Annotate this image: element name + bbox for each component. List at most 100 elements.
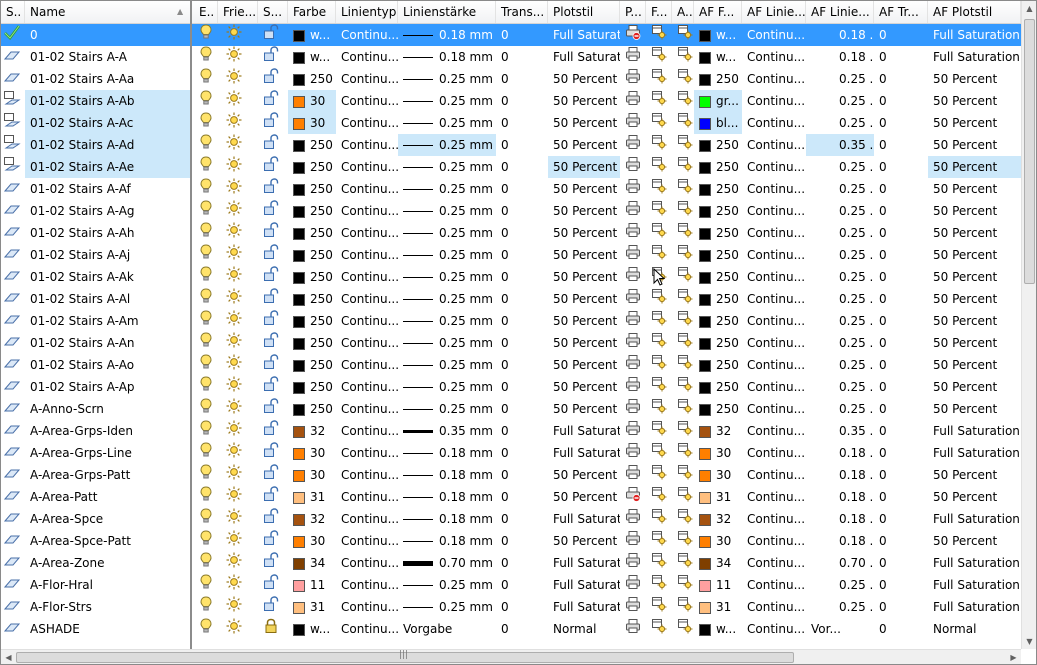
vp-plotstyle-cell[interactable]: Full Saturation xyxy=(928,24,1021,46)
lock-open-icon[interactable] xyxy=(263,244,279,266)
layer-row[interactable]: A-Area-Zone 34 Continu... 0.70 mm 0 Full Satu… xyxy=(1,552,1021,574)
status-cell[interactable] xyxy=(1,156,25,178)
linetype-cell[interactable]: Continu... xyxy=(336,332,398,354)
vp-lineweight-cell[interactable]: 0.35 ... xyxy=(806,420,874,442)
new-vp-freeze-cell[interactable] xyxy=(672,442,694,464)
viewport-freeze-icon[interactable] xyxy=(651,46,667,68)
freeze-cell[interactable] xyxy=(218,310,258,332)
scroll-down-icon[interactable]: ▼ xyxy=(1022,634,1036,649)
column-header-linetype[interactable]: Linientyp xyxy=(336,1,398,23)
status-cell[interactable] xyxy=(1,464,25,486)
vp-freeze-cell[interactable] xyxy=(646,46,672,68)
vp-freeze-cell[interactable] xyxy=(646,68,672,90)
vp-transparency-cell[interactable]: 0 xyxy=(874,156,928,178)
status-cell[interactable] xyxy=(1,46,25,68)
status-cell[interactable] xyxy=(1,332,25,354)
transparency-cell[interactable]: 0 xyxy=(496,222,548,244)
layer-row[interactable]: 01-02 Stairs A-Ad 250 Continu... 0.25 mm 0 50… xyxy=(1,134,1021,156)
lightbulb-on-icon[interactable] xyxy=(199,398,213,420)
viewport-freeze-icon[interactable] xyxy=(651,486,667,508)
lightbulb-on-icon[interactable] xyxy=(199,288,213,310)
lock-cell[interactable] xyxy=(258,266,288,288)
vp-plotstyle-cell[interactable]: Full Saturation xyxy=(928,420,1021,442)
vp-lineweight-cell[interactable]: 0.25 ... xyxy=(806,596,874,618)
plotstyle-cell[interactable]: 50 Percent xyxy=(548,398,620,420)
on-off-cell[interactable] xyxy=(194,442,218,464)
freeze-cell[interactable] xyxy=(218,464,258,486)
vp-transparency-cell[interactable]: 0 xyxy=(874,46,928,68)
new-viewport-freeze-icon[interactable] xyxy=(677,530,693,552)
viewport-freeze-icon[interactable] xyxy=(651,420,667,442)
vp-linetype-cell[interactable]: Continu... xyxy=(742,354,806,376)
layer-row[interactable]: 01-02 Stairs A-Aj 250 Continu... 0.25 mm 0 50… xyxy=(1,244,1021,266)
sun-thawed-icon[interactable] xyxy=(226,354,242,376)
printer-icon[interactable] xyxy=(625,288,641,310)
vp-plotstyle-cell[interactable]: 50 Percent xyxy=(928,222,1021,244)
freeze-cell[interactable] xyxy=(218,222,258,244)
printer-icon[interactable] xyxy=(625,508,641,530)
column-header-name[interactable]: Name xyxy=(25,1,191,23)
vp-color-cell[interactable]: 250 xyxy=(694,288,742,310)
vp-color-cell[interactable]: 250 xyxy=(694,398,742,420)
printer-icon[interactable] xyxy=(625,552,641,574)
viewport-freeze-icon[interactable] xyxy=(651,244,667,266)
lineweight-cell[interactable]: 0.25 mm xyxy=(398,266,496,288)
transparency-cell[interactable]: 0 xyxy=(496,332,548,354)
sun-thawed-icon[interactable] xyxy=(226,68,242,90)
vp-freeze-cell[interactable] xyxy=(646,376,672,398)
lightbulb-on-icon[interactable] xyxy=(199,266,213,288)
sun-thawed-icon[interactable] xyxy=(226,376,242,398)
freeze-cell[interactable] xyxy=(218,134,258,156)
vp-freeze-cell[interactable] xyxy=(646,134,672,156)
plot-cell[interactable] xyxy=(620,134,646,156)
vp-color-cell[interactable]: 34 xyxy=(694,552,742,574)
new-viewport-freeze-icon[interactable] xyxy=(677,266,693,288)
vp-freeze-cell[interactable] xyxy=(646,552,672,574)
lineweight-cell[interactable]: 0.25 mm xyxy=(398,574,496,596)
viewport-freeze-icon[interactable] xyxy=(651,398,667,420)
layer-name-cell[interactable]: A-Area-Grps-Patt xyxy=(25,464,191,486)
on-off-cell[interactable] xyxy=(194,310,218,332)
lightbulb-on-icon[interactable] xyxy=(199,222,213,244)
on-off-cell[interactable] xyxy=(194,354,218,376)
vp-transparency-cell[interactable]: 0 xyxy=(874,376,928,398)
layer-row[interactable]: A-Area-Grps-Iden 32 Continu... 0.35 mm 0 Full… xyxy=(1,420,1021,442)
lock-open-icon[interactable] xyxy=(263,68,279,90)
lineweight-cell[interactable]: 0.25 mm xyxy=(398,200,496,222)
layer-name-cell[interactable]: A-Area-Spce xyxy=(25,508,191,530)
freeze-cell[interactable] xyxy=(218,24,258,46)
new-vp-freeze-cell[interactable] xyxy=(672,464,694,486)
freeze-cell[interactable] xyxy=(218,266,258,288)
layer-name-cell[interactable]: A-Anno-Scrn xyxy=(25,398,191,420)
linetype-cell[interactable]: Continu... xyxy=(336,618,398,640)
on-off-cell[interactable] xyxy=(194,398,218,420)
sun-thawed-icon[interactable] xyxy=(226,530,242,552)
layer-name-cell[interactable]: 01-02 Stairs A-Aa xyxy=(25,68,191,90)
layer-name-cell[interactable]: 01-02 Stairs A-Ac xyxy=(25,112,191,134)
layer-name-cell[interactable]: 01-02 Stairs A-Ak xyxy=(25,266,191,288)
plot-cell[interactable] xyxy=(620,398,646,420)
lightbulb-on-icon[interactable] xyxy=(199,332,213,354)
lightbulb-on-icon[interactable] xyxy=(199,442,213,464)
lineweight-cell[interactable]: 0.18 mm xyxy=(398,486,496,508)
vp-freeze-cell[interactable] xyxy=(646,112,672,134)
status-cell[interactable] xyxy=(1,508,25,530)
layer-name-cell[interactable]: A-Area-Grps-Line xyxy=(25,442,191,464)
vp-color-cell[interactable]: 250 xyxy=(694,266,742,288)
layer-row[interactable]: A-Flor-Strs 31 Continu... 0.25 mm 0 Full Satu… xyxy=(1,596,1021,618)
on-off-cell[interactable] xyxy=(194,288,218,310)
lightbulb-on-icon[interactable] xyxy=(199,618,213,640)
lock-open-icon[interactable] xyxy=(263,24,279,46)
on-off-cell[interactable] xyxy=(194,596,218,618)
plotstyle-cell[interactable]: 50 Percent xyxy=(548,244,620,266)
vp-freeze-cell[interactable] xyxy=(646,464,672,486)
new-viewport-freeze-icon[interactable] xyxy=(677,552,693,574)
lock-cell[interactable] xyxy=(258,222,288,244)
vp-freeze-cell[interactable] xyxy=(646,24,672,46)
vp-freeze-cell[interactable] xyxy=(646,486,672,508)
sun-thawed-icon[interactable] xyxy=(226,200,242,222)
vp-freeze-cell[interactable] xyxy=(646,398,672,420)
plot-cell[interactable] xyxy=(620,354,646,376)
lock-cell[interactable] xyxy=(258,332,288,354)
lightbulb-on-icon[interactable] xyxy=(199,552,213,574)
